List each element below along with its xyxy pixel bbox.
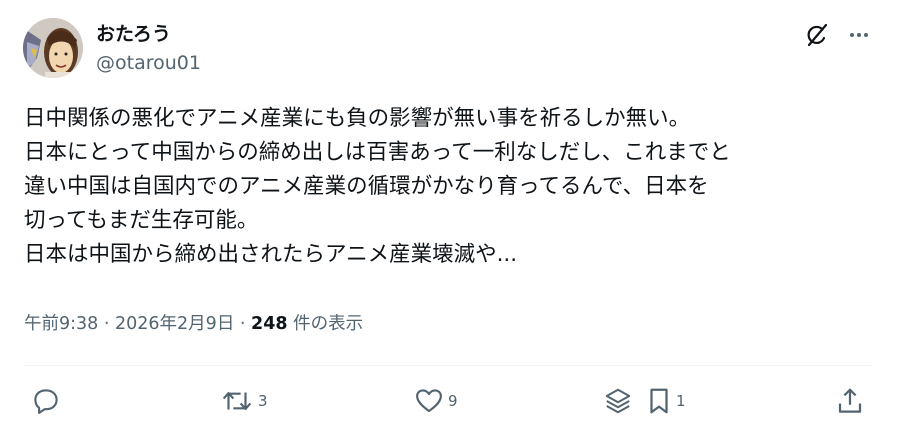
- share-icon: [838, 388, 862, 413]
- heart-icon: [416, 389, 442, 413]
- grok-analyze-button[interactable]: [602, 385, 634, 417]
- share-button[interactable]: [835, 385, 865, 417]
- post-text-line: 違い中国は自国内でのアニメ産業の循環がかなり育ってるんで、日本を: [24, 174, 709, 199]
- post-date[interactable]: 2026年2月9日: [115, 314, 234, 334]
- grok-icon: [807, 23, 828, 47]
- views-count[interactable]: 248: [251, 314, 288, 334]
- post-text-line: 日本は中国から締め出されたらアニメ産業壊滅や...: [24, 242, 518, 267]
- reply-button[interactable]: [31, 385, 65, 417]
- bookmark-icon: [650, 388, 668, 414]
- post-text: 日中関係の悪化でアニメ産業にも負の影響が無い事を祈るしか無い。 日本にとって中国…: [24, 102, 884, 272]
- repost-icon: [222, 392, 252, 410]
- meta-separator: ·: [98, 314, 116, 334]
- repost-count: 3: [258, 392, 268, 410]
- repost-button[interactable]: 3: [220, 385, 268, 417]
- more-horizontal-icon: [850, 33, 868, 37]
- author-handle[interactable]: @otarou01: [96, 51, 201, 75]
- post-text-line: 切ってもまだ生存可能。: [24, 208, 259, 233]
- like-button[interactable]: 9: [414, 385, 458, 417]
- views-label: 件の表示: [287, 314, 364, 334]
- reply-icon: [34, 389, 58, 414]
- post-text-line: 日本にとって中国からの締め出しは百害あって一利なしだし、これまでと: [24, 140, 731, 165]
- avatar-image: [23, 18, 83, 78]
- post-time[interactable]: 午前9:38: [24, 314, 98, 334]
- more-options-button[interactable]: [844, 20, 874, 50]
- post-text-line: 日中関係の悪化でアニメ産業にも負の影響が無い事を祈るしか無い。: [24, 106, 691, 131]
- like-count: 9: [448, 392, 458, 410]
- meta-separator: ·: [234, 314, 252, 334]
- grok-button[interactable]: [802, 20, 832, 50]
- bookmark-count: 1: [676, 392, 686, 410]
- avatar[interactable]: [23, 18, 83, 78]
- bookmark-button[interactable]: 1: [646, 385, 686, 417]
- layers-icon: [605, 388, 631, 414]
- author-display-name[interactable]: おたろう: [96, 21, 171, 47]
- divider: [24, 365, 873, 366]
- post-meta: 午前9:38 · 2026年2月9日 · 248 件の表示: [24, 311, 363, 337]
